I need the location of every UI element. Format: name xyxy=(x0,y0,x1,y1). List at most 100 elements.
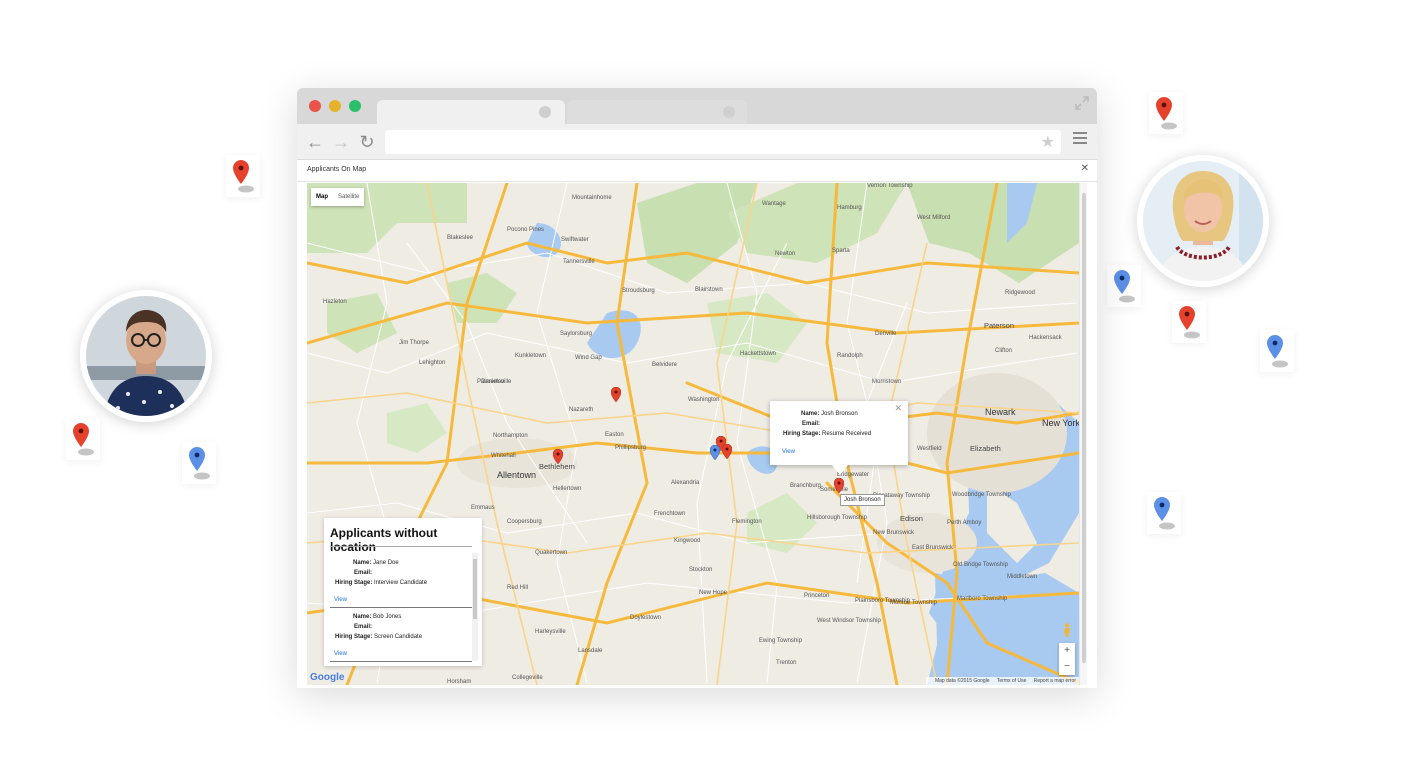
map-label: Wind Gap xyxy=(575,355,602,361)
map-label: Saylorsburg xyxy=(560,331,593,337)
applicant-hiring-stage: Hiring Stage: Interview Candidate xyxy=(335,580,428,586)
applicant-marker-red[interactable] xyxy=(611,387,621,402)
map-label: Edison xyxy=(900,514,923,523)
map-label: Branchburg xyxy=(790,483,822,489)
map-label: Northampton xyxy=(493,433,528,439)
zoom-in-button[interactable]: + xyxy=(1059,643,1075,659)
info-view-link[interactable]: View xyxy=(782,449,795,455)
info-email: Email: xyxy=(802,421,821,427)
map-label: Clifton xyxy=(995,348,1013,354)
satellite-view-button[interactable]: Satellite xyxy=(333,188,364,206)
applicant-view-link[interactable]: View xyxy=(334,597,347,603)
map-label: New Hope xyxy=(699,590,728,596)
map-canvas[interactable]: Map Satellite Allentown Bethlehem Newark… xyxy=(307,183,1079,685)
map-label: Flemington xyxy=(732,519,762,525)
dialog-title: Applicants On Map xyxy=(307,166,367,173)
map-label: Ewing Township xyxy=(759,638,802,644)
applicant-name: Name: Bob Jones xyxy=(353,614,402,620)
applicant-marker-red[interactable] xyxy=(722,444,732,459)
map-type-control: Map Satellite xyxy=(311,188,365,206)
map-label: Sparta xyxy=(832,248,850,254)
red-marker-icon xyxy=(66,418,100,460)
map-label: West Milford xyxy=(917,215,951,221)
map-label: Coopersburg xyxy=(507,519,542,525)
browser-menu-icon[interactable] xyxy=(1073,132,1087,147)
fullscreen-icon[interactable] xyxy=(1075,96,1089,110)
map-label: Lansdale xyxy=(578,648,603,654)
minimize-window-button[interactable] xyxy=(329,100,341,112)
browser-tab-inactive[interactable] xyxy=(567,100,747,124)
map-label: Washington xyxy=(688,397,720,403)
map-label: Wantage xyxy=(762,201,786,207)
report-error-link[interactable]: Report a map error xyxy=(1034,678,1076,684)
applicant-marker-red[interactable] xyxy=(834,478,844,493)
map-label: Middletown xyxy=(1007,574,1038,580)
map-label: Lehighton xyxy=(419,360,446,366)
panel-title: Applicants without location xyxy=(330,526,438,554)
divider xyxy=(330,546,472,547)
map-label: Hamburg xyxy=(837,205,862,211)
info-window-close-icon[interactable]: ✕ xyxy=(894,403,902,414)
map-label: Morristown xyxy=(872,379,902,385)
map-label: Old Bridge Township xyxy=(953,562,1008,568)
avatar-woman xyxy=(1137,155,1269,287)
browser-window: ← → ↻ ★ Applicants On Map ✕ Map Satellit… xyxy=(297,88,1097,688)
applicant-email: Email: xyxy=(354,570,373,576)
map-label: Newark xyxy=(985,407,1016,417)
no-location-panel: Applicants without location Name: Jane D… xyxy=(324,518,482,666)
map-label: Tannersville xyxy=(563,259,595,265)
close-window-button[interactable] xyxy=(309,100,321,112)
map-label: Frenchtown xyxy=(654,511,686,517)
applicant-view-link[interactable]: View xyxy=(334,651,347,657)
dialog-close-icon[interactable]: ✕ xyxy=(1081,163,1089,174)
map-label: Hillsborough Township xyxy=(807,515,867,521)
forward-arrow-icon[interactable]: → xyxy=(331,132,351,152)
map-label: Whitehall xyxy=(491,453,516,459)
applicant-name: Name: Jane Doe xyxy=(353,560,399,566)
maximize-window-button[interactable] xyxy=(349,100,361,112)
map-label: Hackettstown xyxy=(740,351,777,357)
map-label: Phillipsburg xyxy=(615,445,647,451)
map-label: West Windsor Township xyxy=(817,618,881,624)
red-marker-icon xyxy=(1172,301,1206,343)
back-arrow-icon[interactable]: ← xyxy=(305,132,325,152)
map-label: Mountainhome xyxy=(572,195,612,201)
map-footer: Map data ©2015 Google Terms of Use Repor… xyxy=(925,677,1079,685)
applicant-info-window: ✕ Name: Josh Bronson Email: Hiring Stage… xyxy=(770,401,908,475)
map-label: Harleysville xyxy=(535,629,566,635)
dialog-header: Applicants On Map ✕ xyxy=(297,160,1097,182)
map-label: Doylestown xyxy=(630,615,662,621)
map-label: Quakertown xyxy=(535,550,568,556)
map-label: Emmaus xyxy=(471,505,495,511)
street-view-pegman-icon[interactable] xyxy=(1063,623,1071,637)
browser-tab-active[interactable] xyxy=(377,100,565,124)
map-label: Belvidere xyxy=(652,362,678,368)
zoom-out-button[interactable]: − xyxy=(1059,659,1075,675)
terms-link[interactable]: Terms of Use xyxy=(997,678,1026,684)
blue-marker-icon xyxy=(1260,330,1294,372)
map-label: Alexandria xyxy=(671,480,700,486)
map-label: Stroudsburg xyxy=(622,288,655,294)
panel-scrollbar[interactable] xyxy=(472,553,478,661)
page-scrollbar[interactable] xyxy=(1079,183,1087,685)
red-marker-icon xyxy=(226,155,260,197)
applicant-marker-red[interactable] xyxy=(553,449,563,464)
bookmark-star-icon[interactable]: ★ xyxy=(1041,132,1055,152)
applicant-marker-blue[interactable] xyxy=(710,445,720,460)
info-hiring-stage: Hiring Stage: Resume Received xyxy=(783,431,872,437)
map-label: Elizabeth xyxy=(970,444,1001,453)
address-bar[interactable]: ★ xyxy=(385,130,1061,154)
map-label: Blairstown xyxy=(695,287,723,293)
map-label: Westfield xyxy=(917,446,942,452)
map-label: Marlboro Township xyxy=(957,596,1008,602)
map-label: Horsham xyxy=(447,679,472,685)
map-label: Hazleton xyxy=(323,299,347,305)
map-label: Pocono Pines xyxy=(507,227,545,233)
map-label: Trenton xyxy=(776,660,797,666)
map-label: East Brunswick xyxy=(912,545,954,551)
map-view-button[interactable]: Map xyxy=(311,188,333,206)
map-label: Hellertown xyxy=(553,486,582,492)
reload-icon[interactable]: ↻ xyxy=(357,132,377,152)
applicant-email: Email: xyxy=(354,624,373,630)
page-content: Applicants On Map ✕ Map Satellite Allent… xyxy=(297,160,1097,688)
